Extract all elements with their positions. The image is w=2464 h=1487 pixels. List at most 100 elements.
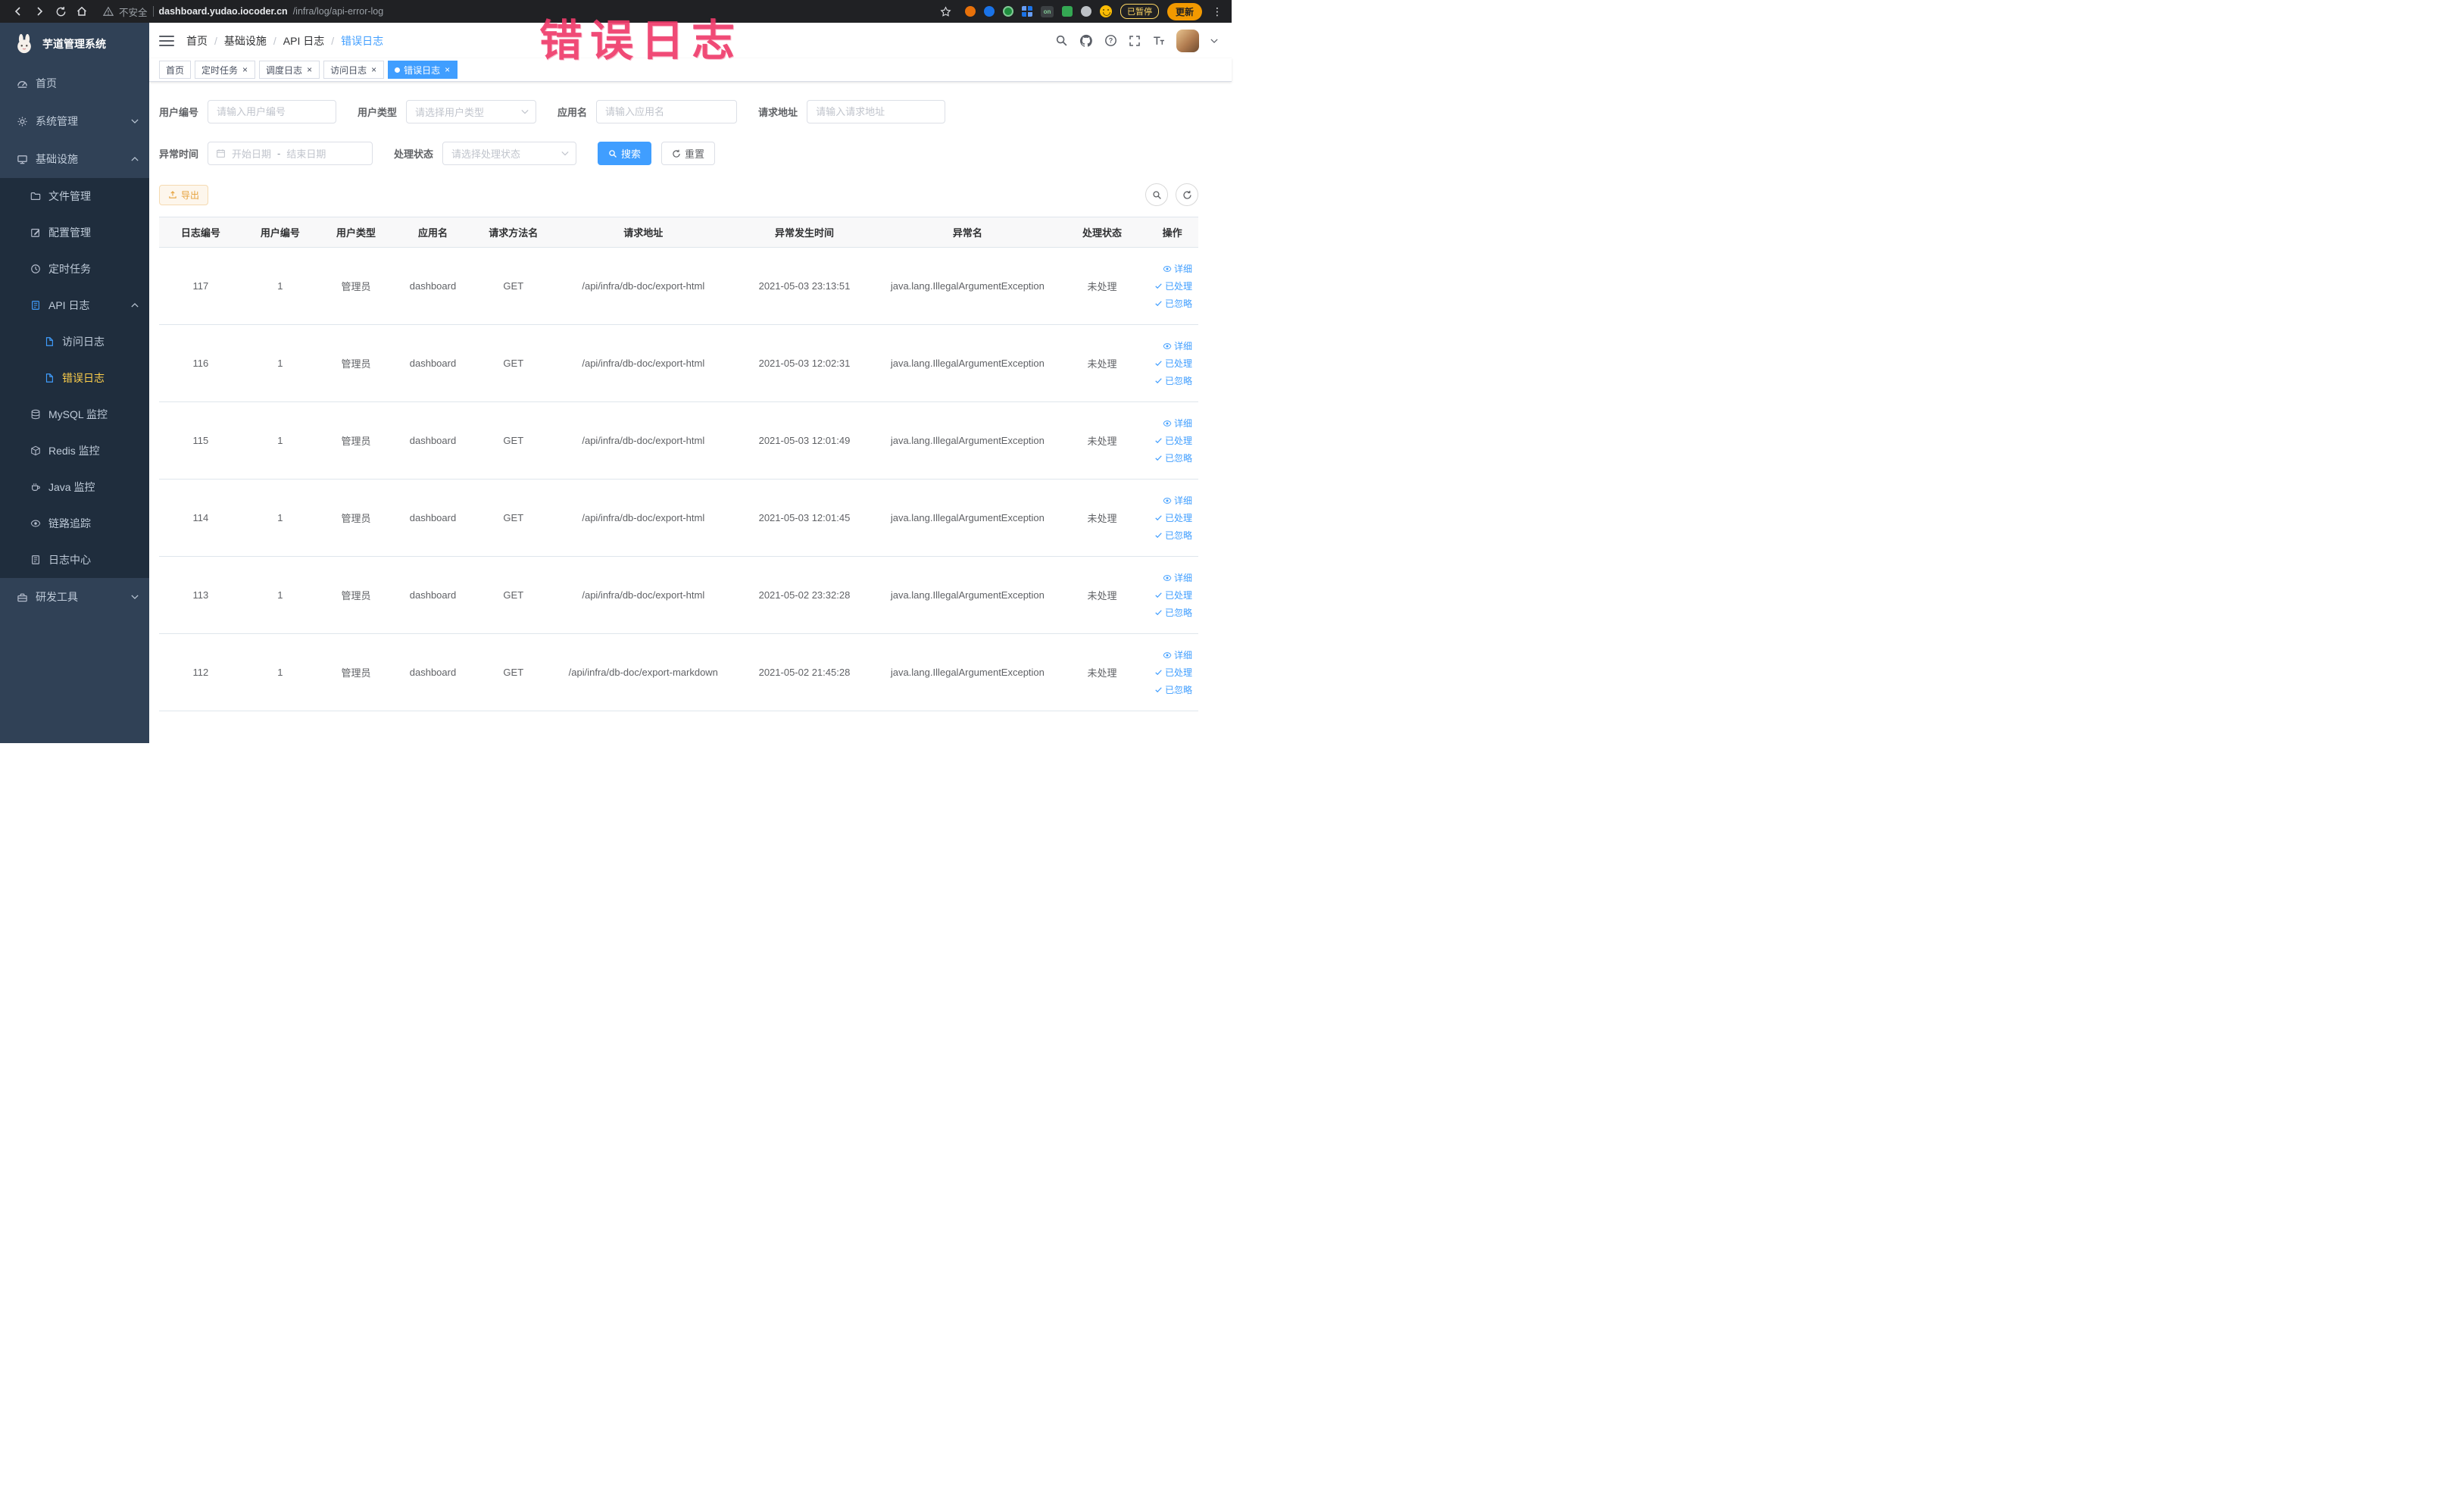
sidebar-item-home[interactable]: 首页 xyxy=(0,64,149,102)
extension-icon-orange[interactable] xyxy=(964,6,976,17)
app-name-input[interactable] xyxy=(596,100,738,123)
breadcrumb-item[interactable]: 基础设施 xyxy=(224,33,267,48)
sidebar-item-file[interactable]: 文件管理 xyxy=(0,178,149,214)
mark-ignored-link[interactable]: 已忽略 xyxy=(1154,683,1192,696)
tab-label: 访问日志 xyxy=(330,64,367,76)
font-size-icon[interactable] xyxy=(1152,34,1165,47)
extension-icon-paw[interactable] xyxy=(1080,6,1091,17)
tab-schedule-log[interactable]: 调度日志 × xyxy=(259,61,320,79)
update-button[interactable]: 更新 xyxy=(1166,2,1202,20)
close-tab-icon[interactable]: × xyxy=(242,65,248,74)
extension-icon-drop[interactable] xyxy=(983,6,995,17)
home-icon[interactable] xyxy=(71,2,92,21)
sidebar-item-api-log[interactable]: API 日志 xyxy=(0,287,149,323)
tab-job[interactable]: 定时任务 × xyxy=(195,61,256,79)
export-button-label: 导出 xyxy=(181,189,200,201)
breadcrumb-item[interactable]: 首页 xyxy=(186,33,208,48)
chevron-down-icon xyxy=(131,118,139,124)
tab-error-log[interactable]: 错误日志 × xyxy=(388,61,458,79)
avatar[interactable] xyxy=(1176,29,1199,52)
toggle-search-button[interactable] xyxy=(1145,183,1168,206)
reload-icon[interactable] xyxy=(50,2,71,21)
logo[interactable]: 芋道管理系统 xyxy=(0,23,149,64)
mark-ignored-link[interactable]: 已忽略 xyxy=(1154,606,1192,619)
table-row: 117 1 管理员 dashboard GET /api/infra/db-do… xyxy=(159,247,1198,325)
sidebar-item-label: Redis 监控 xyxy=(48,445,100,457)
sidebar-item-redis[interactable]: Redis 监控 xyxy=(0,433,149,469)
forward-icon[interactable] xyxy=(29,2,50,21)
mark-ignored-link[interactable]: 已忽略 xyxy=(1154,374,1192,387)
bookmark-star-icon[interactable] xyxy=(935,2,957,21)
detail-link[interactable]: 详细 xyxy=(1163,417,1192,430)
sidebar-item-error-log[interactable]: 错误日志 xyxy=(0,360,149,396)
reset-button[interactable]: 重置 xyxy=(661,142,716,165)
request-url-input[interactable] xyxy=(807,100,946,123)
tab-home[interactable]: 首页 xyxy=(159,61,192,79)
help-icon[interactable]: ? xyxy=(1104,34,1117,47)
mark-ignored-link[interactable]: 已忽略 xyxy=(1154,451,1192,464)
mark-processed-link[interactable]: 已处理 xyxy=(1154,434,1192,447)
filter-label: 请求地址 xyxy=(758,107,798,118)
sidebar-item-system[interactable]: 系统管理 xyxy=(0,102,149,140)
mark-processed-link[interactable]: 已处理 xyxy=(1154,511,1192,524)
main-area: 首页 / 基础设施 / API 日志 / 错误日志 ? 首页 定时任务 × 调度… xyxy=(149,23,1232,743)
extension-smiley-icon[interactable] xyxy=(1099,5,1112,17)
close-tab-icon[interactable]: × xyxy=(370,65,377,74)
monitor-icon xyxy=(17,154,28,165)
detail-link[interactable]: 详细 xyxy=(1163,648,1192,661)
detail-link[interactable]: 详细 xyxy=(1163,571,1192,584)
user-id-input[interactable] xyxy=(208,100,337,123)
extension-icon-on[interactable]: on xyxy=(1040,5,1054,17)
sidebar-item-java[interactable]: Java 监控 xyxy=(0,469,149,505)
mark-processed-link[interactable]: 已处理 xyxy=(1154,666,1192,679)
github-icon[interactable] xyxy=(1079,34,1093,48)
mark-ignored-link[interactable]: 已忽略 xyxy=(1154,297,1192,310)
mark-processed-link[interactable]: 已处理 xyxy=(1154,280,1192,292)
breadcrumb-item[interactable]: API 日志 xyxy=(283,33,324,48)
browser-menu-icon[interactable]: ⋮ xyxy=(1210,5,1224,18)
hamburger-icon[interactable] xyxy=(159,33,174,49)
detail-link[interactable]: 详细 xyxy=(1163,339,1192,352)
close-tab-icon[interactable]: × xyxy=(306,65,313,74)
address-bar[interactable]: 不安全 dashboard.yudao.iocoder.cn/infra/log… xyxy=(103,5,383,19)
sidebar-item-devtools[interactable]: 研发工具 xyxy=(0,578,149,616)
select-placeholder: 请选择处理状态 xyxy=(451,148,521,160)
sidebar-item-infra[interactable]: 基础设施 xyxy=(0,140,149,178)
sidebar-item-log-center[interactable]: 日志中心 xyxy=(0,542,149,578)
extension-icon-green[interactable] xyxy=(1002,6,1013,17)
mark-ignored-link[interactable]: 已忽略 xyxy=(1154,529,1192,542)
sidebar-item-job[interactable]: 定时任务 xyxy=(0,251,149,287)
cell-status: 未处理 xyxy=(1057,556,1147,634)
sidebar-item-label: Java 监控 xyxy=(48,481,95,493)
date-range-picker[interactable]: 开始日期 - 结束日期 xyxy=(208,142,373,165)
filter-exception-time: 异常时间 开始日期 - 结束日期 xyxy=(159,142,373,165)
refresh-button[interactable] xyxy=(1176,183,1198,206)
caret-down-icon[interactable] xyxy=(1210,38,1218,44)
end-date-placeholder: 结束日期 xyxy=(286,148,326,160)
extension-icon-leaf[interactable] xyxy=(1061,6,1073,17)
tab-access-log[interactable]: 访问日志 × xyxy=(323,61,385,79)
close-tab-icon[interactable]: × xyxy=(444,65,451,74)
export-button[interactable]: 导出 xyxy=(159,184,209,205)
chevron-down-icon xyxy=(131,594,139,600)
user-type-select[interactable]: 请选择用户类型 xyxy=(406,100,537,123)
fullscreen-icon[interactable] xyxy=(1129,35,1141,47)
search-button[interactable]: 搜索 xyxy=(598,142,652,165)
detail-link[interactable]: 详细 xyxy=(1163,262,1192,275)
mark-processed-link[interactable]: 已处理 xyxy=(1154,357,1192,370)
chevron-up-icon xyxy=(131,302,139,308)
sidebar-item-mysql[interactable]: MySQL 监控 xyxy=(0,396,149,433)
paused-badge[interactable]: 已暂停 xyxy=(1120,4,1159,19)
column-header: 用户类型 xyxy=(317,217,395,248)
mark-processed-link[interactable]: 已处理 xyxy=(1154,589,1192,601)
extension-icon-grid[interactable] xyxy=(1021,6,1032,17)
sidebar-item-access-log[interactable]: 访问日志 xyxy=(0,323,149,360)
sidebar-item-config[interactable]: 配置管理 xyxy=(0,214,149,251)
process-status-select[interactable]: 请选择处理状态 xyxy=(442,142,577,165)
detail-link[interactable]: 详细 xyxy=(1163,494,1192,507)
sidebar-item-label: MySQL 监控 xyxy=(48,408,108,420)
back-icon[interactable] xyxy=(8,2,29,21)
sidebar-item-trace[interactable]: 链路追踪 xyxy=(0,505,149,542)
search-icon[interactable] xyxy=(1055,34,1068,47)
table-row: 114 1 管理员 dashboard GET /api/infra/db-do… xyxy=(159,479,1198,557)
